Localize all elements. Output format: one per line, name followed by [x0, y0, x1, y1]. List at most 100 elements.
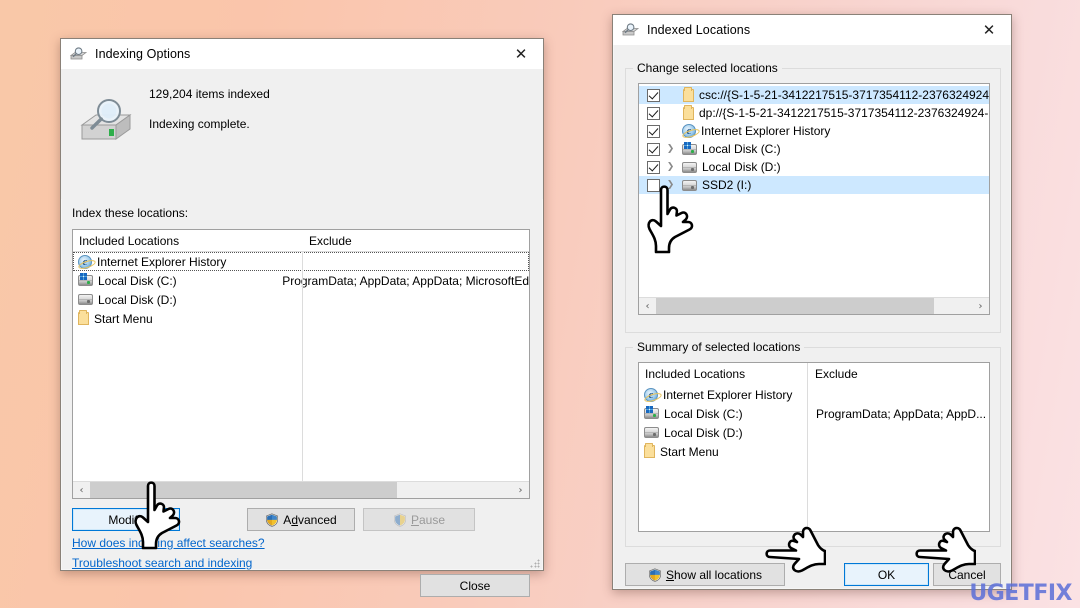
change-selected-locations-group: Change selected locations csc://{S-1-5-2…	[625, 61, 1001, 333]
checkbox[interactable]	[647, 178, 660, 192]
indexing-options-window: Indexing Options ✕ 129,204 items indexed…	[60, 38, 544, 597]
shield-icon	[393, 512, 407, 527]
advanced-button[interactable]: Advanced	[247, 508, 355, 531]
column-header-exclude: Exclude	[309, 233, 352, 248]
summary-row: Start Menu	[639, 442, 989, 461]
disk-win-icon	[682, 141, 697, 155]
location-name: Internet Explorer History	[663, 387, 793, 402]
folder-icon	[683, 104, 694, 120]
indexed-locations-titlebar: Indexed Locations ✕	[613, 15, 1011, 45]
summary-group: Summary of selected locations Included L…	[625, 340, 1001, 547]
tree-item[interactable]: e Internet Explorer History	[639, 122, 989, 140]
indexing-options-title: Indexing Options	[95, 47, 191, 61]
column-header-exclude: Exclude	[815, 367, 858, 381]
ok-button-label: OK	[877, 567, 896, 582]
column-header-included: Included Locations	[645, 367, 746, 381]
show-all-locations-label: Show all locations	[665, 567, 763, 582]
checkbox[interactable]	[647, 88, 660, 102]
scroll-right-icon[interactable]: ›	[512, 481, 529, 498]
table-row[interactable]: Local Disk (D:)	[73, 290, 529, 309]
modify-button[interactable]: Modify	[72, 508, 180, 531]
disk-icon	[78, 294, 93, 305]
ok-button[interactable]: OK	[844, 563, 929, 586]
indexed-locations-window: Indexed Locations ✕ Change selected loca…	[612, 14, 1012, 590]
summary-column-divider	[807, 363, 808, 531]
modify-button-label: Modify	[108, 512, 144, 527]
ie-icon: e	[644, 387, 658, 402]
location-name: Local Disk (C:)	[664, 406, 743, 421]
tree-item[interactable]: csc://{S-1-5-21-3412217515-3717354112-23…	[639, 86, 989, 104]
pause-button: Pause	[363, 508, 475, 531]
scroll-right-icon[interactable]: ›	[972, 297, 989, 314]
included-locations-list[interactable]: Included Locations Exclude e Internet Ex…	[72, 229, 530, 499]
tree-item-label: Local Disk (D:)	[702, 160, 781, 174]
disk-icon	[644, 427, 659, 438]
horizontal-scrollbar[interactable]: ‹ ›	[639, 297, 989, 314]
checkbox[interactable]	[647, 124, 660, 138]
locations-tree[interactable]: csc://{S-1-5-21-3412217515-3717354112-23…	[638, 83, 990, 315]
chevron-right-icon[interactable]: ❯	[665, 144, 676, 154]
checkbox[interactable]	[647, 106, 660, 120]
scrollbar-thumb[interactable]	[90, 481, 397, 498]
pause-button-label: Pause	[410, 512, 446, 527]
location-name: Local Disk (D:)	[664, 425, 743, 440]
table-row[interactable]: Start Menu	[73, 309, 529, 328]
table-row[interactable]: e Internet Explorer History	[73, 252, 529, 271]
show-all-locations-button[interactable]: Show all locations	[625, 563, 785, 586]
indexing-status-label: Indexing complete.	[149, 117, 250, 131]
ie-icon: e	[682, 124, 696, 138]
tree-item[interactable]: dp://{S-1-5-21-3412217515-3717354112-237…	[639, 104, 989, 122]
close-icon[interactable]: ✕	[967, 15, 1011, 45]
location-name: Internet Explorer History	[97, 254, 227, 269]
tree-item-label: Internet Explorer History	[701, 124, 831, 138]
tree-item[interactable]: ❯ SSD2 (I:)	[639, 176, 989, 194]
tree-item-label: Local Disk (C:)	[702, 142, 781, 156]
chevron-right-icon[interactable]: ❯	[665, 180, 676, 190]
scrollbar-track[interactable]	[397, 481, 512, 498]
cancel-button[interactable]: Cancel	[933, 563, 1001, 586]
scroll-left-icon[interactable]: ‹	[639, 297, 656, 314]
close-icon[interactable]: ✕	[499, 39, 543, 69]
disk-win-icon	[644, 406, 659, 419]
folder-icon	[78, 310, 89, 325]
list-column-divider	[302, 252, 303, 481]
location-name: Local Disk (C:)	[98, 273, 177, 288]
location-name: Local Disk (D:)	[98, 292, 177, 307]
column-header-included: Included Locations	[79, 233, 180, 248]
cancel-button-label: Cancel	[948, 567, 986, 582]
link-how-does-indexing[interactable]: How does indexing affect searches?	[72, 536, 265, 550]
resize-grip[interactable]	[530, 558, 540, 568]
indexing-options-titlebar: Indexing Options ✕	[61, 39, 543, 69]
tree-item[interactable]: ❯ Local Disk (D:)	[639, 158, 989, 176]
horizontal-scrollbar[interactable]: ‹ ›	[73, 481, 529, 498]
folder-icon	[644, 443, 655, 458]
indexing-options-icon	[69, 46, 88, 62]
drive-magnifier-icon	[79, 98, 133, 151]
close-button-label: Close	[459, 578, 491, 593]
summary-row: Local Disk (D:)	[639, 423, 989, 442]
exclude-value: ProgramData; AppData; AppD...	[816, 406, 987, 421]
indexing-options-icon	[621, 22, 640, 38]
indexed-locations-title: Indexed Locations	[647, 23, 751, 37]
summary-header-row: Included Locations Exclude	[639, 363, 989, 385]
disk-icon	[682, 179, 697, 191]
tree-item[interactable]: ❯ Local Disk (C:)	[639, 140, 989, 158]
checkbox[interactable]	[647, 142, 660, 156]
location-name: Start Menu	[94, 311, 153, 326]
summary-list: Included Locations Exclude e Internet Ex…	[638, 362, 990, 532]
items-indexed-label: 129,204 items indexed	[149, 87, 270, 101]
disk-icon	[682, 161, 697, 173]
link-troubleshoot[interactable]: Troubleshoot search and indexing	[72, 556, 252, 570]
exclude-value: ProgramData; AppData; AppData; Microsoft…	[282, 273, 529, 288]
summary-row: e Internet Explorer History	[639, 385, 989, 404]
summary-row: Local Disk (C:) ProgramData; AppData; Ap…	[639, 404, 989, 423]
scrollbar-thumb[interactable]	[656, 297, 934, 314]
index-locations-label: Index these locations:	[72, 206, 189, 220]
chevron-right-icon[interactable]: ❯	[665, 162, 676, 172]
scroll-left-icon[interactable]: ‹	[73, 481, 90, 498]
ie-icon: e	[78, 254, 92, 269]
close-button[interactable]: Close	[420, 574, 530, 597]
table-row[interactable]: Local Disk (C:) ProgramData; AppData; Ap…	[73, 271, 529, 290]
checkbox[interactable]	[647, 160, 660, 174]
scrollbar-track[interactable]	[934, 297, 972, 314]
